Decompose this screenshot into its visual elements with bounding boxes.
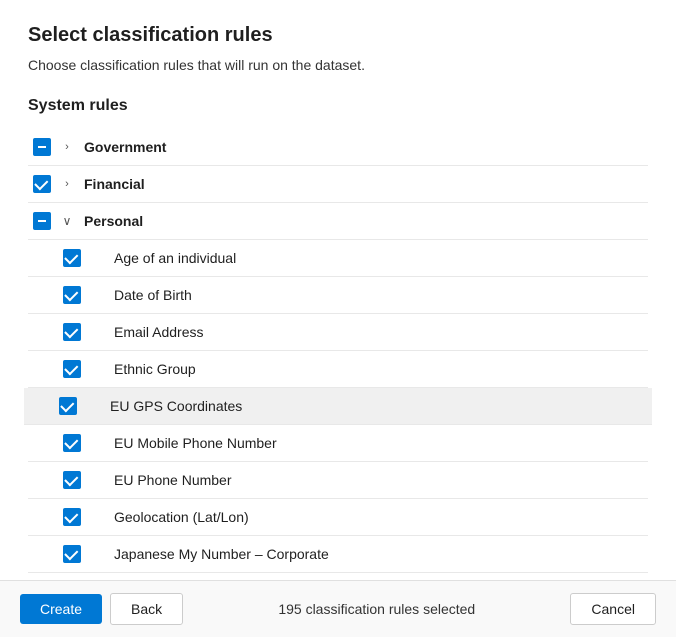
rule-label-ethnic: Ethnic Group <box>108 361 648 377</box>
checkbox-financial[interactable] <box>28 175 56 193</box>
checkbox-email[interactable] <box>58 323 86 341</box>
status-text: 195 classification rules selected <box>191 601 562 617</box>
main-content: Select classification rules Choose class… <box>0 0 676 580</box>
rule-label-jmn-corporate: Japanese My Number – Corporate <box>108 546 648 562</box>
collapse-icon-personal[interactable]: ∨ <box>56 214 78 228</box>
rule-row-government[interactable]: ›Government <box>28 129 648 166</box>
rule-label-geolocation: Geolocation (Lat/Lon) <box>108 509 648 525</box>
checkbox-jmn-corporate[interactable] <box>58 545 86 563</box>
footer: Create Back 195 classification rules sel… <box>0 580 676 637</box>
rule-label-email: Email Address <box>108 324 648 340</box>
expand-icon-government[interactable]: › <box>56 141 78 153</box>
checkbox-personal[interactable] <box>28 212 56 230</box>
rule-row-ethnic[interactable]: Ethnic Group <box>28 351 648 388</box>
rule-row-age[interactable]: Age of an individual <box>28 240 648 277</box>
rules-list: ›Government›Financial∨PersonalAge of an … <box>28 129 648 580</box>
checkbox-age[interactable] <box>58 249 86 267</box>
rule-label-eu-mobile: EU Mobile Phone Number <box>108 435 648 451</box>
rule-label-government: Government <box>78 139 648 155</box>
rule-row-dob[interactable]: Date of Birth <box>28 277 648 314</box>
checkbox-government[interactable] <box>28 138 56 156</box>
section-title: System rules <box>28 97 648 115</box>
rule-row-jmn-personal[interactable]: Japanese My Number – Personal <box>28 573 648 580</box>
page-description: Choose classification rules that will ru… <box>28 57 648 73</box>
checkbox-ethnic[interactable] <box>58 360 86 378</box>
rule-label-age: Age of an individual <box>108 250 648 266</box>
rule-row-eu-mobile[interactable]: EU Mobile Phone Number <box>28 425 648 462</box>
checkbox-dob[interactable] <box>58 286 86 304</box>
expand-icon-financial[interactable]: › <box>56 178 78 190</box>
rule-row-geolocation[interactable]: Geolocation (Lat/Lon) <box>28 499 648 536</box>
rule-label-dob: Date of Birth <box>108 287 648 303</box>
checkbox-eu-mobile[interactable] <box>58 434 86 452</box>
rule-row-email[interactable]: Email Address <box>28 314 648 351</box>
rule-label-financial: Financial <box>78 176 648 192</box>
page-title: Select classification rules <box>28 24 648 47</box>
rule-label-eu-phone: EU Phone Number <box>108 472 648 488</box>
checkbox-geolocation[interactable] <box>58 508 86 526</box>
back-button[interactable]: Back <box>110 593 183 625</box>
create-button[interactable]: Create <box>20 594 102 624</box>
rule-row-eu-phone[interactable]: EU Phone Number <box>28 462 648 499</box>
rule-label-eu-gps: EU GPS Coordinates <box>104 398 652 414</box>
rule-label-personal: Personal <box>78 213 648 229</box>
checkbox-eu-gps[interactable] <box>54 397 82 415</box>
checkbox-eu-phone[interactable] <box>58 471 86 489</box>
rule-row-financial[interactable]: ›Financial <box>28 166 648 203</box>
rule-row-eu-gps[interactable]: EU GPS Coordinates <box>24 388 652 425</box>
rule-row-personal[interactable]: ∨Personal <box>28 203 648 240</box>
cancel-button[interactable]: Cancel <box>570 593 656 625</box>
rule-row-jmn-corporate[interactable]: Japanese My Number – Corporate <box>28 536 648 573</box>
